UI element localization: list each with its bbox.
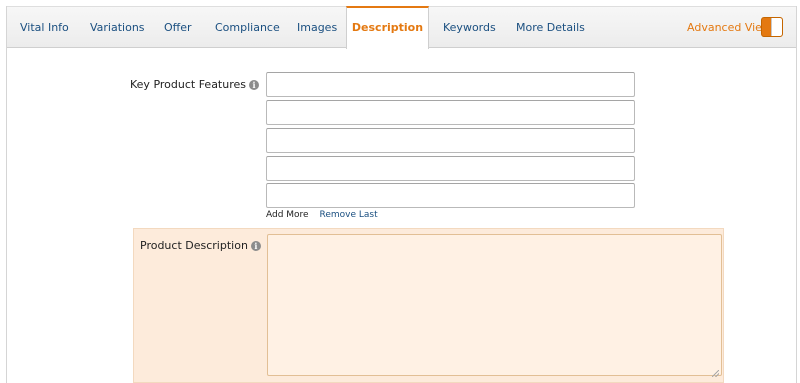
advanced-view-label: Advanced View — [687, 21, 771, 34]
key-product-features-label-row: Key Product Features i — [127, 78, 259, 91]
listing-editor: Vital Info Variations Offer Compliance I… — [6, 6, 797, 383]
tab-vital-info[interactable]: Vital Info — [20, 7, 69, 48]
tab-offer[interactable]: Offer — [164, 7, 192, 48]
advanced-view-toggle[interactable] — [761, 17, 783, 37]
tab-images[interactable]: Images — [297, 7, 337, 48]
resize-grip-icon[interactable] — [712, 370, 719, 377]
tab-description[interactable]: Description — [346, 6, 429, 49]
key-feature-input-2[interactable] — [266, 100, 635, 125]
remove-last-link[interactable]: Remove Last — [319, 210, 377, 220]
toggle-knob — [771, 18, 782, 36]
key-product-features-label: Key Product Features — [130, 78, 246, 91]
add-more-link[interactable]: Add More — [266, 210, 309, 220]
key-feature-input-3[interactable] — [266, 128, 635, 153]
key-feature-input-4[interactable] — [266, 156, 635, 181]
tab-keywords[interactable]: Keywords — [443, 7, 496, 48]
product-description-label-row: Product Description i — [140, 239, 261, 252]
product-description-label: Product Description — [140, 239, 248, 252]
tab-compliance[interactable]: Compliance — [215, 7, 280, 48]
tab-variations[interactable]: Variations — [90, 7, 145, 48]
tab-bar: Vital Info Variations Offer Compliance I… — [7, 6, 796, 49]
info-icon[interactable]: i — [250, 241, 261, 251]
product-description-textarea[interactable] — [267, 234, 722, 376]
feature-links: Add More Remove Last — [266, 210, 378, 220]
tab-more-details[interactable]: More Details — [516, 7, 585, 48]
key-feature-input-5[interactable] — [266, 183, 635, 208]
product-description-panel: Product Description i — [133, 228, 724, 383]
key-feature-input-1[interactable] — [266, 72, 635, 97]
info-icon[interactable]: i — [249, 80, 259, 90]
